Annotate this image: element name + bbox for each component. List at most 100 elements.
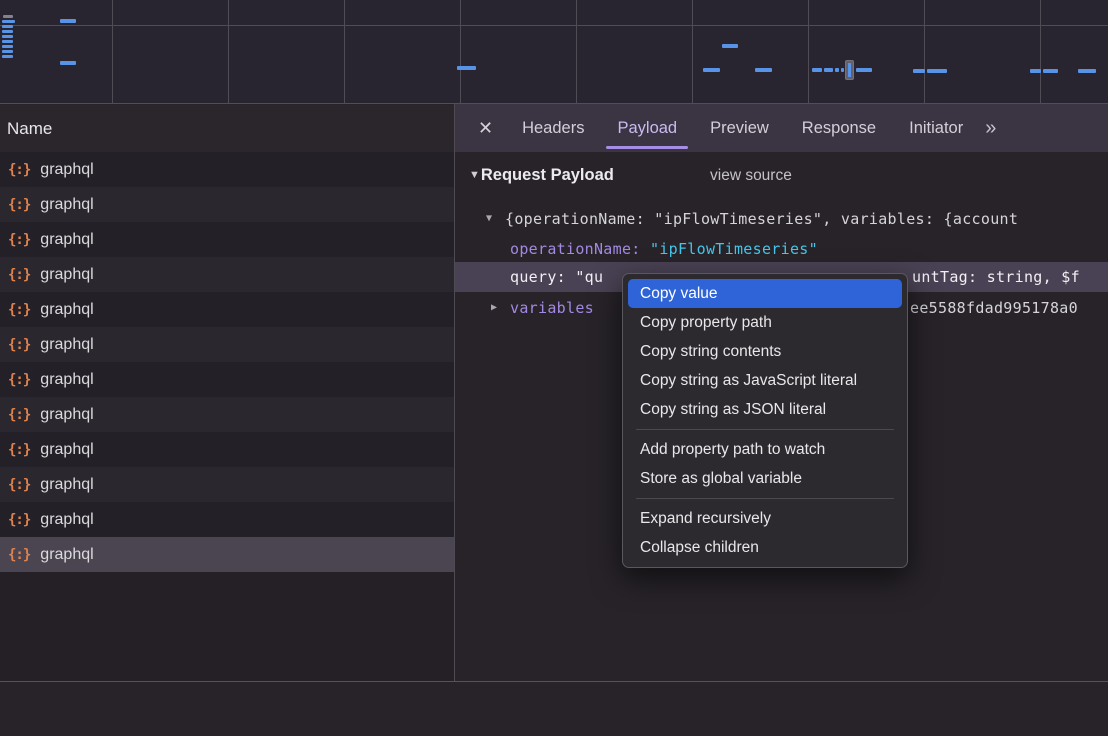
payload-root-row[interactable]: ▼ {operationName: "ipFlowTimeseries", va… — [455, 204, 1108, 234]
network-overview[interactable] — [0, 0, 1108, 104]
request-name: graphql — [40, 301, 93, 319]
summary-footer — [0, 682, 1108, 735]
network-request-row[interactable]: {:}graphql — [0, 432, 454, 467]
expand-arrow-icon[interactable]: ▼ — [486, 204, 492, 234]
property-value-left: "qu — [575, 268, 603, 286]
timeline-bar[interactable] — [1078, 69, 1096, 73]
timeline-bar[interactable] — [2, 55, 13, 58]
section-expander-icon[interactable]: ▼ — [469, 169, 480, 181]
tab-response[interactable]: Response — [789, 104, 889, 152]
json-braces-icon: {:} — [8, 442, 30, 458]
json-braces-icon: {:} — [8, 372, 30, 388]
overview-gridline — [808, 0, 809, 103]
selected-request-marker — [845, 60, 854, 80]
menu-item-store-as-global-variable[interactable]: Store as global variable — [628, 464, 902, 493]
request-name: graphql — [40, 336, 93, 354]
overview-gridline — [692, 0, 693, 103]
timeline-bar[interactable] — [457, 66, 476, 70]
timeline-bar[interactable] — [812, 68, 822, 72]
request-name: graphql — [40, 546, 93, 564]
timeline-bar[interactable] — [927, 69, 947, 73]
json-braces-icon: {:} — [8, 337, 30, 353]
network-request-row[interactable]: {:}graphql — [0, 397, 454, 432]
network-request-panel: Name {:}graphql{:}graphql{:}graphql{:}gr… — [0, 105, 454, 681]
property-preview-right: ee5588fdad995178a0 — [910, 293, 1078, 323]
request-list: {:} graphql {:} graphql {:} graphql {:} graphql… — [0, 152, 454, 572]
menu-item-add-property-path-to-watch[interactable]: Add property path to watch — [628, 435, 902, 464]
json-braces-icon: {:} — [8, 162, 30, 178]
timeline-bar[interactable] — [60, 19, 76, 23]
json-braces-icon: {:} — [8, 512, 30, 528]
json-braces-icon: {:} — [8, 302, 30, 318]
overview-gridline — [1040, 0, 1041, 103]
menu-item-expand-recursively[interactable]: Expand recursively — [628, 504, 902, 533]
tab-preview[interactable]: Preview — [697, 104, 782, 152]
timeline-bar[interactable] — [1030, 69, 1041, 73]
timeline-bar[interactable] — [856, 68, 872, 72]
context-menu: Copy valueCopy property pathCopy string … — [622, 273, 908, 568]
network-request-row[interactable]: {:}graphql — [0, 222, 454, 257]
property-key: operationName: — [510, 240, 641, 258]
devtools-screenshot: Name {:}graphql{:}graphql{:}graphql{:}gr… — [0, 0, 1110, 740]
menu-item-copy-string-as-javascript-literal[interactable]: Copy string as JavaScript literal — [628, 366, 902, 395]
more-tabs-icon[interactable]: » — [985, 117, 994, 140]
network-request-row[interactable]: {:} graphql — [0, 502, 454, 537]
network-request-row[interactable]: {:}graphql — [0, 467, 454, 502]
timeline-bar[interactable] — [2, 35, 13, 38]
timeline-bar[interactable] — [2, 45, 13, 48]
detail-tab-bar: ✕ HeadersPayloadPreviewResponseInitiator… — [455, 104, 1108, 152]
overview-gridline — [576, 0, 577, 103]
timeline-bar[interactable] — [3, 15, 13, 18]
operation-name-row[interactable]: operationName: "ipFlowTimeseries" — [455, 234, 1108, 264]
timeline-bar[interactable] — [2, 50, 13, 53]
json-braces-icon: {:} — [8, 477, 30, 493]
network-request-row[interactable]: {:} graphql — [0, 537, 454, 572]
network-request-row[interactable]: {:}graphql — [0, 362, 454, 397]
request-name: graphql — [40, 266, 93, 284]
overview-gridline — [924, 0, 925, 103]
timeline-bar[interactable] — [722, 44, 738, 48]
timeline-bar[interactable] — [2, 30, 13, 33]
menu-item-collapse-children[interactable]: Collapse children — [628, 533, 902, 562]
collapsed-arrow-icon[interactable]: ▶ — [491, 293, 497, 323]
request-payload-title-text: Request Payload — [481, 166, 614, 184]
timeline-bar[interactable] — [2, 25, 13, 28]
request-name: graphql — [40, 511, 93, 529]
view-source-link[interactable]: view source — [710, 167, 792, 185]
timeline-bar[interactable] — [841, 68, 844, 72]
network-request-row[interactable]: {:} graphql — [0, 187, 454, 222]
json-braces-icon: {:} — [8, 407, 30, 423]
menu-item-copy-property-path[interactable]: Copy property path — [628, 308, 902, 337]
network-request-row[interactable]: {:} graphql — [0, 292, 454, 327]
tab-initiator[interactable]: Initiator — [896, 104, 976, 152]
request-name: graphql — [40, 196, 93, 214]
tabs-container: HeadersPayloadPreviewResponseInitiator — [509, 104, 983, 152]
network-request-row[interactable]: {:}graphql — [0, 152, 454, 187]
timeline-bar[interactable] — [703, 68, 720, 72]
menu-item-copy-value[interactable]: Copy value — [628, 279, 902, 308]
overview-gridline — [344, 0, 345, 103]
timeline-bar[interactable] — [2, 40, 13, 43]
timeline-bar[interactable] — [2, 20, 15, 23]
timeline-bar[interactable] — [835, 68, 839, 72]
timeline-bar[interactable] — [824, 68, 833, 72]
tab-headers[interactable]: Headers — [509, 104, 597, 152]
overview-horizontal-gridline — [0, 25, 1108, 26]
timeline-bar[interactable] — [60, 61, 76, 65]
network-request-row[interactable]: {:}graphql — [0, 257, 454, 292]
devtools-window: Name {:}graphql{:}graphql{:}graphql{:}gr… — [0, 0, 1108, 736]
menu-item-copy-string-as-json-literal[interactable]: Copy string as JSON literal — [628, 395, 902, 424]
json-braces-icon: {:} — [8, 547, 30, 563]
panel-divider[interactable] — [454, 104, 455, 735]
name-column-header[interactable]: Name — [0, 105, 454, 152]
timeline-bar[interactable] — [913, 69, 925, 73]
json-braces-icon: {:} — [8, 197, 30, 213]
close-icon[interactable]: ✕ — [478, 118, 493, 139]
overview-gridline — [460, 0, 461, 103]
menu-separator — [636, 498, 894, 499]
timeline-bar[interactable] — [1043, 69, 1058, 73]
menu-item-copy-string-contents[interactable]: Copy string contents — [628, 337, 902, 366]
network-request-row[interactable]: {:} graphql — [0, 327, 454, 362]
timeline-bar[interactable] — [755, 68, 772, 72]
tab-payload[interactable]: Payload — [604, 104, 690, 152]
